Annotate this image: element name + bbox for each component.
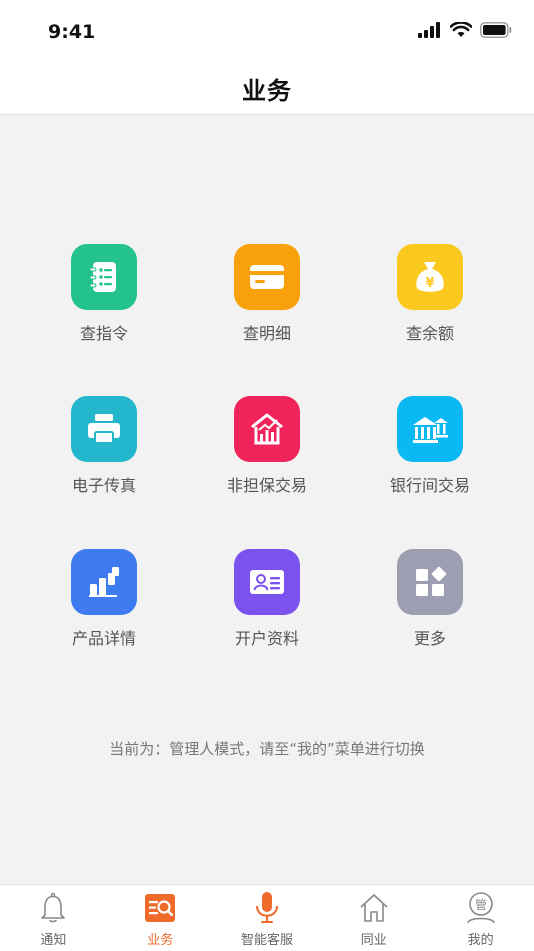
grid-tile bbox=[71, 549, 137, 615]
mode-tip: 当前为：管理人模式，请至“我的”菜单进行切换 bbox=[109, 740, 425, 758]
grid-item-label: 银行间交易 bbox=[389, 476, 470, 495]
grid-item-label: 更多 bbox=[413, 629, 446, 648]
grid-item-interbank[interactable]: 银行间交易 bbox=[350, 396, 510, 496]
grid-tile bbox=[234, 396, 300, 462]
signal-icon bbox=[418, 22, 440, 38]
svg-text:¥: ¥ bbox=[425, 276, 434, 291]
tab-smart-service[interactable]: 智能客服 bbox=[214, 885, 321, 951]
grid-tile bbox=[234, 549, 300, 615]
grid-item-balance[interactable]: ¥ 查余额 bbox=[350, 244, 510, 344]
tab-notifications[interactable]: 通知 bbox=[0, 885, 107, 951]
grid-item-label: 非担保交易 bbox=[226, 476, 307, 495]
tab-label: 智能客服 bbox=[240, 933, 293, 948]
product-chart-icon bbox=[89, 567, 119, 597]
grid-tile bbox=[71, 396, 137, 462]
status-bar: 9:41 bbox=[0, 0, 534, 62]
banks-icon bbox=[413, 417, 448, 443]
grid-item-label: 查指令 bbox=[79, 324, 128, 343]
home-icon bbox=[357, 891, 391, 925]
fax-printer-icon bbox=[88, 414, 120, 444]
grid-item-details[interactable]: 查明细 bbox=[187, 244, 347, 344]
tab-label: 同业 bbox=[360, 933, 387, 948]
microphone-icon bbox=[250, 891, 284, 925]
grid-item-label: 电子传真 bbox=[71, 476, 136, 495]
status-icons bbox=[418, 22, 512, 38]
grid-item-instructions[interactable]: 查指令 bbox=[24, 244, 184, 344]
tab-peers[interactable]: 同业 bbox=[320, 885, 427, 951]
tab-mine[interactable]: 管 我的 bbox=[427, 885, 534, 951]
tab-label: 通知 bbox=[40, 933, 67, 948]
grid-item-label: 查余额 bbox=[405, 324, 454, 343]
tab-label: 业务 bbox=[147, 933, 174, 948]
page-title: 业务 bbox=[242, 76, 292, 105]
grid-tile bbox=[71, 244, 137, 310]
svg-text:管: 管 bbox=[475, 897, 487, 912]
grid-item-account-info[interactable]: 开户资料 bbox=[187, 549, 347, 649]
business-search-icon bbox=[143, 891, 177, 925]
tab-business[interactable]: 业务 bbox=[107, 885, 214, 951]
house-chart-icon bbox=[251, 413, 283, 445]
grid-item-non-guaranteed[interactable]: 非担保交易 bbox=[187, 396, 347, 496]
grid-tile: ¥ bbox=[397, 244, 463, 310]
nav-bar: 业务 bbox=[0, 62, 534, 115]
tab-bar: 通知 业务 智能客服 同业 管 我的 bbox=[0, 884, 534, 951]
wifi-icon bbox=[450, 22, 472, 37]
grid-item-label: 查明细 bbox=[242, 324, 291, 343]
grid-item-label: 开户资料 bbox=[234, 629, 299, 648]
manager-avatar-icon: 管 bbox=[464, 891, 498, 925]
money-bag-icon: ¥ bbox=[416, 262, 444, 292]
more-grid-icon bbox=[416, 566, 447, 596]
status-time: 9:41 bbox=[48, 21, 96, 43]
card-icon bbox=[250, 265, 284, 289]
grid-tile bbox=[234, 244, 300, 310]
id-card-icon bbox=[250, 570, 284, 594]
grid-item-fax[interactable]: 电子传真 bbox=[24, 396, 184, 496]
grid-item-product[interactable]: 产品详情 bbox=[24, 549, 184, 649]
grid-tile bbox=[397, 396, 463, 462]
battery-icon bbox=[480, 22, 512, 38]
tab-label: 我的 bbox=[467, 933, 494, 948]
grid-item-more[interactable]: 更多 bbox=[350, 549, 510, 649]
bell-icon bbox=[36, 891, 70, 925]
notebook-icon bbox=[89, 262, 116, 292]
grid-tile bbox=[397, 549, 463, 615]
grid-item-label: 产品详情 bbox=[71, 629, 136, 648]
